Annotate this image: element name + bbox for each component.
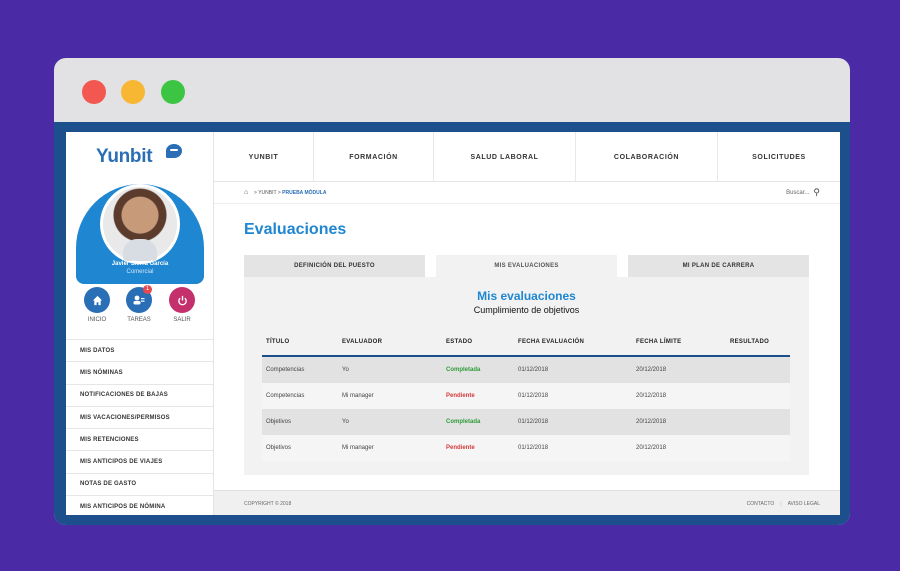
sidebar-item-anticipos-viajes[interactable]: MIS ANTICIPOS DE VIAJES (66, 450, 214, 472)
nav-salud-laboral[interactable]: SALUD LABORAL (434, 132, 576, 182)
sidebar: Yunbit Javier Sierra García Comercial 1 … (66, 132, 214, 515)
search-box[interactable]: Buscar... ⚲ (786, 187, 820, 198)
app-container: Yunbit Javier Sierra García Comercial 1 … (66, 132, 840, 515)
column-header-fecha-limite[interactable]: FECHA LÍMITE (636, 339, 730, 345)
home-icon (92, 295, 102, 305)
table-row[interactable]: Objetivos Yo Completada 01/12/2018 20/12… (262, 409, 790, 435)
breadcrumb-home-icon[interactable]: ⌂ (244, 189, 248, 196)
minimize-window-button[interactable] (121, 80, 145, 104)
page-title: Evaluaciones (244, 221, 347, 238)
table-header: TÍTULO EVALUADOR ESTADO FECHA EVALUACIÓN… (262, 329, 790, 357)
footer-divider: | (780, 501, 782, 507)
breadcrumb-bar: ⌂ > YUNBIT > PRUEBA MÓDULA Buscar... ⚲ (214, 182, 840, 204)
tab-plan-carrera[interactable]: MI PLAN DE CARRERA (628, 255, 809, 277)
footer: COPYRIGHT © 2018 CONTACTO | AVISO LEGAL (214, 490, 840, 515)
nav-colaboracion[interactable]: COLABORACIÓN (576, 132, 718, 182)
user-name: Javier Sierra García (111, 261, 169, 267)
user-role: Comercial (126, 269, 154, 275)
breadcrumb-path[interactable]: > YUNBIT > (254, 190, 282, 196)
column-header-estado[interactable]: ESTADO (446, 339, 518, 345)
tasks-label: TAREAS (127, 317, 151, 323)
logout-button[interactable] (169, 287, 195, 313)
sidebar-item-notas-gasto[interactable]: NOTAS DE GASTO (66, 472, 214, 495)
app-logo[interactable]: Yunbit (96, 146, 153, 168)
power-icon (177, 295, 187, 305)
panel-title: Mis evaluaciones (477, 289, 576, 303)
top-navigation: YUNBIT FORMACIÓN SALUD LABORAL COLABORAC… (214, 132, 840, 182)
tab-definicion-puesto[interactable]: DEFINICIÓN DEL PUESTO (244, 255, 425, 277)
chat-bubble-icon (166, 144, 182, 158)
cell-evaluador: Mi manager (342, 393, 374, 399)
nav-solicitudes[interactable]: SOLICITUDES (718, 132, 840, 182)
sidebar-item-vacaciones-permisos[interactable]: MIS VACACIONES/PERMISOS (66, 405, 214, 428)
cell-fecha-limite: 20/12/2018 (636, 445, 667, 451)
nav-formacion[interactable]: FORMACIÓN (314, 132, 434, 182)
column-header-fecha-evaluacion[interactable]: FECHA EVALUACIÓN (518, 339, 636, 345)
column-header-evaluador[interactable]: EVALUADOR (342, 339, 446, 345)
cell-evaluador: Yo (342, 367, 349, 373)
table-row[interactable]: Objetivos Mi manager Pendiente 01/12/201… (262, 435, 790, 461)
breadcrumb: > YUNBIT > PRUEBA MÓDULA (254, 190, 326, 196)
table-row[interactable]: Competencias Yo Completada 01/12/2018 20… (262, 357, 790, 383)
sidebar-menu: MIS DATOS MIS NÓMINAS NOTIFICACIONES DE … (66, 339, 214, 515)
logout-label: SALIR (173, 317, 191, 323)
tab-bar: DEFINICIÓN DEL PUESTO MIS EVALUACIONES M… (244, 255, 809, 277)
sidebar-item-anticipos-nomina[interactable]: MIS ANTICIPOS DE NÓMINA (66, 495, 214, 515)
sidebar-item-mis-datos[interactable]: MIS DATOS (66, 339, 214, 361)
maximize-window-button[interactable] (161, 80, 185, 104)
cell-fecha-evaluacion: 01/12/2018 (518, 419, 549, 425)
cell-titulo: Competencias (266, 367, 305, 373)
search-input[interactable]: Buscar... (786, 190, 809, 196)
evaluations-panel: Mis evaluaciones Cumplimiento de objetiv… (244, 277, 809, 475)
footer-link-contacto[interactable]: CONTACTO (747, 501, 775, 507)
status-badge: Completada (446, 367, 481, 373)
close-window-button[interactable] (82, 80, 106, 104)
cell-fecha-evaluacion: 01/12/2018 (518, 367, 549, 373)
cell-fecha-limite: 20/12/2018 (636, 393, 667, 399)
sidebar-item-notificaciones-bajas[interactable]: NOTIFICACIONES DE BAJAS (66, 383, 214, 406)
browser-window: Yunbit Javier Sierra García Comercial 1 … (54, 58, 850, 525)
cell-evaluador: Mi manager (342, 445, 374, 451)
column-header-titulo[interactable]: TÍTULO (262, 339, 342, 345)
evaluations-table: TÍTULO EVALUADOR ESTADO FECHA EVALUACIÓN… (262, 329, 790, 461)
home-button[interactable] (84, 287, 110, 313)
home-label: INICIO (87, 317, 107, 323)
footer-link-aviso-legal[interactable]: AVISO LEGAL (788, 501, 820, 507)
cell-fecha-evaluacion: 01/12/2018 (518, 393, 549, 399)
breadcrumb-current: PRUEBA MÓDULA (282, 190, 327, 196)
tasks-icon (133, 295, 145, 305)
copyright: COPYRIGHT © 2018 (244, 501, 292, 507)
avatar[interactable] (100, 184, 180, 264)
status-badge: Pendiente (446, 393, 475, 399)
nav-yunbit[interactable]: YUNBIT (214, 132, 314, 182)
table-row[interactable]: Competencias Mi manager Pendiente 01/12/… (262, 383, 790, 409)
sidebar-item-mis-nominas[interactable]: MIS NÓMINAS (66, 361, 214, 383)
search-icon[interactable]: ⚲ (813, 187, 820, 198)
column-header-resultado[interactable]: RESULTADO (730, 339, 790, 345)
cell-titulo: Competencias (266, 393, 305, 399)
cell-titulo: Objetivos (266, 419, 292, 425)
sidebar-item-retenciones[interactable]: MIS RETENCIONES (66, 428, 214, 450)
cell-fecha-limite: 20/12/2018 (636, 367, 667, 373)
status-badge: Pendiente (446, 445, 475, 451)
footer-links: CONTACTO | AVISO LEGAL (747, 501, 820, 507)
status-badge: Completada (446, 419, 481, 425)
tab-mis-evaluaciones[interactable]: MIS EVALUACIONES (436, 255, 617, 277)
window-titlebar (54, 58, 850, 122)
cell-fecha-limite: 20/12/2018 (636, 419, 667, 425)
tasks-badge: 1 (143, 285, 152, 294)
panel-subtitle: Cumplimiento de objetivos (473, 305, 580, 315)
cell-titulo: Objetivos (266, 445, 292, 451)
cell-fecha-evaluacion: 01/12/2018 (518, 445, 549, 451)
cell-evaluador: Yo (342, 419, 349, 425)
screen-frame: Yunbit Javier Sierra García Comercial 1 … (54, 122, 850, 525)
